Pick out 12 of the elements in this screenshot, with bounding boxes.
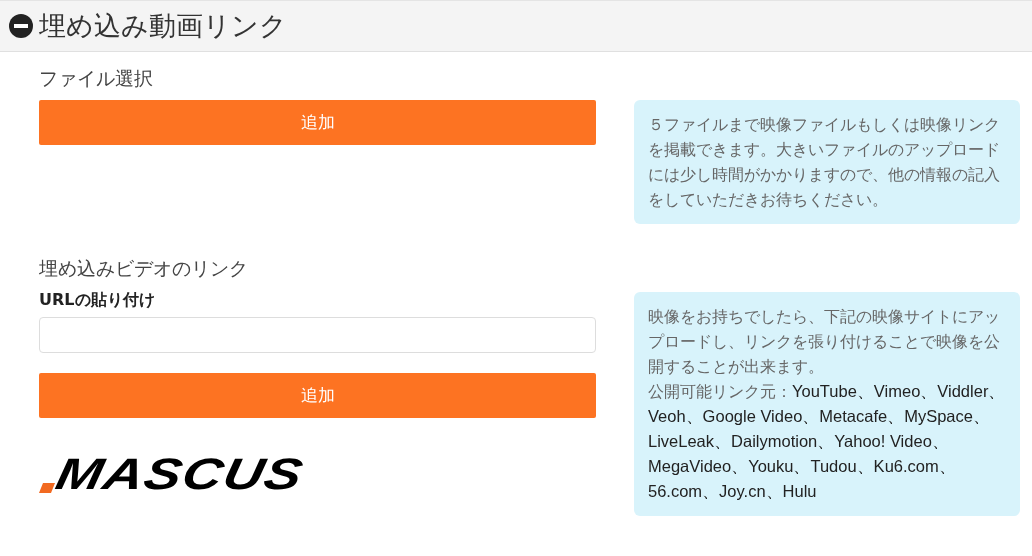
logo: MASCUS — [52, 455, 307, 493]
add-button[interactable]: 追加 — [39, 100, 596, 145]
url-field[interactable] — [39, 317, 596, 353]
collapse-icon[interactable] — [9, 14, 33, 38]
section-title: 埋め込み動画リンク — [39, 9, 287, 43]
info-note: ５ファイルまで映像ファイルもしくは映像リンクを掲載できます。大きいファイルのアップロードには少し時間がかかりますので、他の情報の記入をしていただきお待ちください。 — [634, 100, 1020, 224]
field-label: URLの貼り付け — [39, 290, 156, 311]
field-label: 埋め込みビデオのリンク — [39, 256, 249, 281]
info-text: 公開可能リンク元：YouTube、Vimeo、Viddler、Veoh、Google Video、Metacafe、MySpace、LiveLeak、Dailymotion、Yahoo! Video、MegaVideo、Youku、Tudou、Ku6.com、56.com、Joy.cn、Hulu — [648, 381, 1006, 502]
add-button[interactable]: 追加 — [39, 373, 596, 418]
field-label: ファイル選択 — [39, 66, 154, 91]
info-text: 映像をお持ちでしたら、下記の映像サイトにアップロードし、リンクを張り付けることで映像を公開することが出来ます。 — [648, 306, 1001, 378]
